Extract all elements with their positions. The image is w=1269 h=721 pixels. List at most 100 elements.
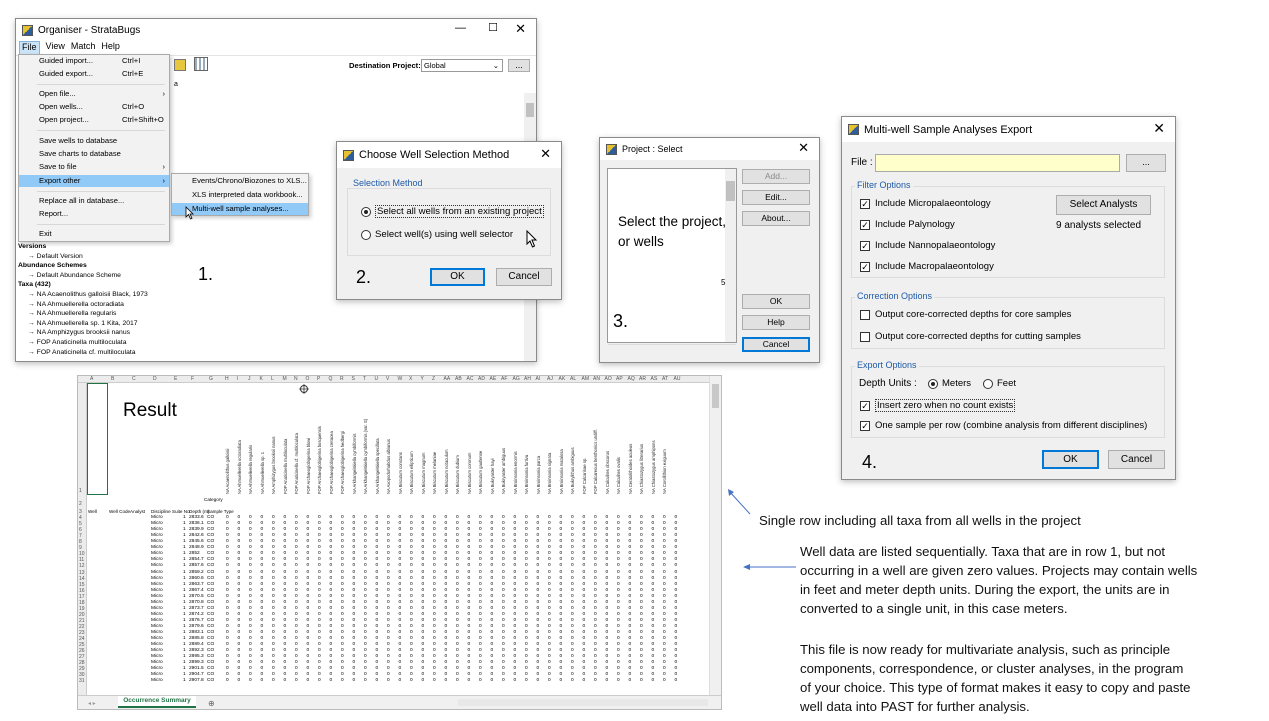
column-header[interactable]: X bbox=[409, 376, 412, 382]
row-number[interactable]: 1 bbox=[79, 488, 82, 494]
sheet-vscrollbar[interactable] bbox=[709, 376, 721, 697]
menu-export-other[interactable]: Export other › bbox=[19, 175, 169, 187]
checkbox-nannopalaeontology[interactable]: ✓ Include Nannopalaeontology bbox=[860, 240, 995, 251]
column-header[interactable]: AR bbox=[639, 376, 646, 382]
ok-button[interactable]: OK bbox=[430, 268, 485, 286]
column-header[interactable]: V bbox=[386, 376, 389, 382]
edit-button[interactable]: Edit... bbox=[742, 190, 810, 205]
tree-taxon[interactable]: → NA Amphizygus brooksii nanus bbox=[18, 328, 148, 338]
column-header[interactable]: Y bbox=[421, 376, 424, 382]
menu-match[interactable]: Match bbox=[71, 41, 96, 55]
radio-well-selector[interactable]: Select well(s) using well selector bbox=[361, 229, 513, 240]
menu-file[interactable]: File bbox=[19, 41, 40, 55]
destination-browse-button[interactable]: ... bbox=[508, 59, 530, 72]
radio-meters[interactable]: Meters bbox=[928, 378, 971, 389]
column-header[interactable]: AI bbox=[536, 376, 541, 382]
menu-open-file[interactable]: Open file... › bbox=[19, 88, 169, 100]
column-header[interactable]: AE bbox=[490, 376, 497, 382]
selected-cell-a1[interactable] bbox=[87, 383, 108, 495]
tree-abundance-schemes[interactable]: Abundance Schemes bbox=[18, 261, 148, 271]
column-header[interactable]: R bbox=[340, 376, 344, 382]
add-button[interactable]: Add... bbox=[742, 169, 810, 184]
project-hscrollbar[interactable] bbox=[608, 344, 736, 354]
column-header[interactable]: AU bbox=[674, 376, 681, 382]
close-button[interactable]: ✕ bbox=[798, 140, 809, 156]
column-header[interactable]: Z bbox=[432, 376, 435, 382]
column-header[interactable]: AA bbox=[444, 376, 451, 382]
column-header[interactable]: AF bbox=[501, 376, 507, 382]
row-number[interactable]: 2 bbox=[79, 501, 82, 507]
column-header[interactable]: AD bbox=[478, 376, 485, 382]
cancel-button[interactable]: Cancel bbox=[496, 268, 552, 286]
checkbox-core-corrected-cutting[interactable]: Output core-corrected depths for cutting… bbox=[860, 331, 1081, 342]
sheet-tab-occurrence[interactable]: Occurrence Summary bbox=[118, 696, 196, 708]
column-header[interactable]: AM bbox=[582, 376, 590, 382]
column-header[interactable]: F bbox=[191, 376, 194, 382]
menu-replace-all[interactable]: Replace all in database... bbox=[19, 195, 169, 207]
checkbox-core-corrected-core[interactable]: Output core-corrected depths for core sa… bbox=[860, 309, 1071, 320]
menu-save-wells[interactable]: Save wells to database bbox=[19, 135, 169, 147]
column-header[interactable]: L bbox=[271, 376, 274, 382]
menu-guided-import[interactable]: Guided import... Ctrl+I bbox=[19, 55, 169, 67]
column-header[interactable]: AO bbox=[605, 376, 612, 382]
close-button[interactable]: ✕ bbox=[515, 21, 526, 37]
project-list-scrollbar[interactable] bbox=[725, 169, 736, 342]
menu-help[interactable]: Help bbox=[101, 41, 120, 55]
sheet-hscrollbar[interactable] bbox=[458, 699, 708, 706]
column-header[interactable]: A bbox=[90, 376, 93, 382]
add-sheet-icon[interactable]: ⊕ bbox=[208, 699, 215, 708]
select-analysts-button[interactable]: Select Analysts bbox=[1056, 195, 1151, 215]
toolbar-icon[interactable] bbox=[174, 59, 186, 71]
column-header[interactable]: Q bbox=[329, 376, 333, 382]
submenu-events-xls[interactable]: Events/Chrono/Biozones to XLS... bbox=[172, 175, 308, 187]
column-header[interactable]: AK bbox=[559, 376, 566, 382]
column-header[interactable]: J bbox=[248, 376, 251, 382]
tree-default-abundance[interactable]: → Default Abundance Scheme bbox=[18, 271, 148, 281]
column-header[interactable]: AQ bbox=[628, 376, 635, 382]
column-header[interactable]: AN bbox=[593, 376, 600, 382]
column-header[interactable]: I bbox=[237, 376, 238, 382]
column-header[interactable]: AJ bbox=[547, 376, 553, 382]
tree-taxon[interactable]: → NA Acaenolithus galloisii Black, 1973 bbox=[18, 290, 148, 300]
column-header[interactable]: B bbox=[111, 376, 114, 382]
column-header[interactable]: H bbox=[225, 376, 229, 382]
grid-icon[interactable] bbox=[194, 57, 208, 71]
menu-save-to-file[interactable]: Save to file › bbox=[19, 161, 169, 173]
tree-default-version[interactable]: → Default Version bbox=[18, 252, 148, 262]
column-header[interactable]: AP bbox=[616, 376, 623, 382]
maximize-button[interactable]: ☐ bbox=[488, 21, 498, 34]
column-header[interactable]: P bbox=[317, 376, 320, 382]
cancel-button[interactable]: Cancel bbox=[1108, 450, 1165, 469]
menu-open-project[interactable]: Open project... Ctrl+Shift+O bbox=[19, 114, 169, 126]
radio-all-wells[interactable]: Select all wells from an existing projec… bbox=[361, 205, 544, 218]
column-header[interactable]: T bbox=[363, 376, 366, 382]
tree-versions[interactable]: Versions bbox=[18, 242, 148, 252]
checkbox-macropalaeontology[interactable]: ✓ Include Macropalaeontology bbox=[860, 261, 994, 272]
column-header[interactable]: E bbox=[174, 376, 177, 382]
tree-taxon[interactable]: → NA Ahmuellerella regularis bbox=[18, 309, 148, 319]
row-number[interactable]: 31 bbox=[79, 678, 85, 684]
menu-save-charts[interactable]: Save charts to database bbox=[19, 148, 169, 160]
column-header[interactable]: U bbox=[375, 376, 379, 382]
radio-feet[interactable]: Feet bbox=[983, 378, 1016, 389]
cancel-button[interactable]: Cancel bbox=[742, 337, 810, 352]
column-header[interactable]: N bbox=[294, 376, 298, 382]
column-header[interactable]: W bbox=[398, 376, 403, 382]
about-button[interactable]: About... bbox=[742, 211, 810, 226]
checkbox-one-sample-per-row[interactable]: ✓ One sample per row (combine analysis fr… bbox=[860, 420, 1147, 431]
column-header[interactable]: AB bbox=[455, 376, 462, 382]
file-input[interactable] bbox=[875, 154, 1120, 172]
menu-guided-export[interactable]: Guided export... Ctrl+E bbox=[19, 68, 169, 80]
tree-taxon[interactable]: → NA Ahmuellerella octoradiata bbox=[18, 300, 148, 310]
column-header[interactable]: AC bbox=[467, 376, 474, 382]
help-button[interactable]: Help bbox=[742, 315, 810, 330]
column-header[interactable]: D bbox=[153, 376, 157, 382]
column-header[interactable]: K bbox=[260, 376, 263, 382]
column-header[interactable]: AL bbox=[570, 376, 576, 382]
tree-taxon[interactable]: → NA Ahmuellerella sp. 1 Kita, 2017 bbox=[18, 319, 148, 329]
minimize-button[interactable]: — bbox=[455, 22, 466, 34]
column-header[interactable]: AS bbox=[651, 376, 658, 382]
column-header[interactable]: AG bbox=[513, 376, 520, 382]
column-header[interactable]: AT bbox=[662, 376, 668, 382]
column-header[interactable]: AH bbox=[524, 376, 531, 382]
